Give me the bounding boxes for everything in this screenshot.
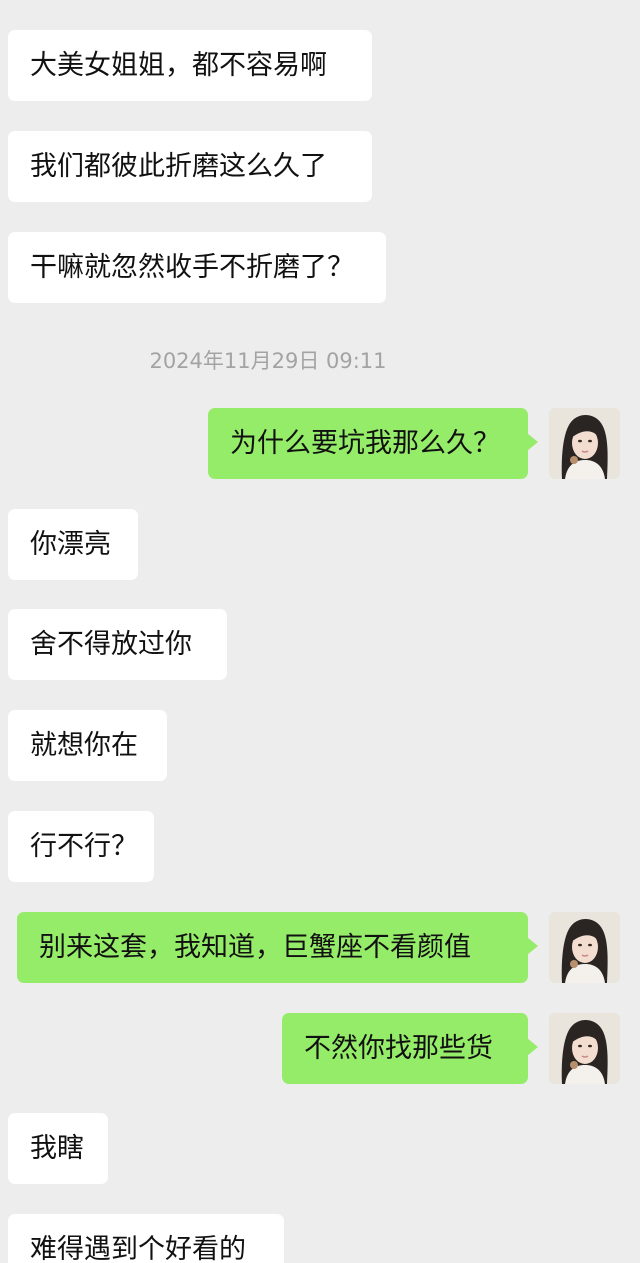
message-text: 行不行？ xyxy=(30,831,138,862)
message-text: 为什么要坑我那么久？ xyxy=(230,428,500,459)
message-timestamp: 2024年11月29日 09:11 xyxy=(149,349,387,373)
outgoing-message-bubble[interactable]: 别来这套，我知道，巨蟹座不看颜值 xyxy=(17,912,538,983)
message-text: 我们都彼此折磨这么久了 xyxy=(30,151,327,182)
chat-window: 大美女姐姐，都不容易啊 我们都彼此折磨这么久了 干嘛就忽然收手不折磨了？ 202… xyxy=(0,0,640,1263)
incoming-message-bubble[interactable]: 舍不得放过你 xyxy=(8,609,227,680)
incoming-message-bubble[interactable]: 难得遇到个好看的 xyxy=(8,1214,284,1263)
message-text: 难得遇到个好看的 xyxy=(30,1234,246,1263)
avatar-photo-icon xyxy=(549,1013,620,1084)
outgoing-message-bubble[interactable]: 不然你找那些货 xyxy=(282,1013,538,1084)
message-text: 大美女姐姐，都不容易啊 xyxy=(30,50,327,81)
incoming-message-bubble[interactable]: 干嘛就忽然收手不折磨了？ xyxy=(8,232,386,303)
message-text: 你漂亮 xyxy=(30,529,111,560)
incoming-message-bubble[interactable]: 行不行？ xyxy=(8,811,154,882)
user-avatar[interactable] xyxy=(549,912,620,983)
incoming-message-bubble[interactable]: 你漂亮 xyxy=(8,509,138,580)
message-text: 就想你在 xyxy=(30,730,138,761)
message-text: 别来这套，我知道，巨蟹座不看颜值 xyxy=(39,932,471,963)
incoming-message-bubble[interactable]: 我们都彼此折磨这么久了 xyxy=(8,131,372,202)
message-text: 干嘛就忽然收手不折磨了？ xyxy=(30,252,354,283)
avatar-photo-icon xyxy=(549,912,620,983)
incoming-message-bubble[interactable]: 大美女姐姐，都不容易啊 xyxy=(8,30,372,101)
outgoing-message-bubble[interactable]: 为什么要坑我那么久？ xyxy=(208,408,538,479)
message-text: 我瞎 xyxy=(30,1133,84,1164)
user-avatar[interactable] xyxy=(549,1013,620,1084)
incoming-message-bubble[interactable]: 就想你在 xyxy=(8,710,167,781)
incoming-message-bubble[interactable]: 我瞎 xyxy=(8,1113,108,1184)
message-text: 不然你找那些货 xyxy=(304,1033,493,1064)
message-text: 舍不得放过你 xyxy=(30,629,192,660)
avatar-photo-icon xyxy=(549,408,620,479)
user-avatar[interactable] xyxy=(549,408,620,479)
